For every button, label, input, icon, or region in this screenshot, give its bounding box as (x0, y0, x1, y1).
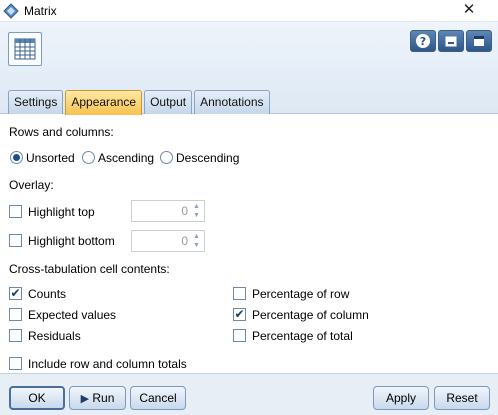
window-title: Matrix (24, 4, 57, 18)
cell-contents-heading: Cross-tabulation cell contents: (9, 262, 170, 276)
include-totals-checkbox[interactable] (9, 357, 22, 370)
highlight-top-value: 0 (181, 204, 188, 218)
spinner-down-icon[interactable]: ▼ (190, 211, 203, 220)
close-icon[interactable]: ✕ (452, 0, 486, 20)
dialog-header: ? Settings Appearance Output Annotations (0, 22, 498, 115)
tab-settings[interactable]: Settings (8, 90, 64, 114)
counts-label: Counts (28, 287, 67, 301)
radio-descending-label: Descending (176, 151, 240, 165)
run-label: Run (92, 391, 115, 405)
overlay-heading: Overlay: (9, 178, 54, 192)
residuals-label: Residuals (28, 329, 81, 343)
expected-values-checkbox[interactable] (9, 308, 22, 321)
highlight-bottom-checkbox[interactable] (9, 234, 22, 247)
percentage-of-total-label: Percentage of total (252, 329, 353, 343)
percentage-of-column-label: Percentage of column (252, 308, 369, 322)
radio-ascending[interactable] (82, 151, 95, 164)
ok-button[interactable]: OK (9, 386, 65, 410)
apply-button[interactable]: Apply (373, 386, 429, 410)
minimize-icon[interactable] (438, 30, 464, 52)
highlight-top-spinner[interactable]: 0 ▲ ▼ (131, 200, 205, 222)
percentage-of-total-checkbox[interactable] (233, 329, 246, 342)
include-totals-label: Include row and column totals (28, 357, 187, 371)
dialog-footer: OK ▶ Run Cancel Apply Reset (0, 373, 498, 415)
cancel-button[interactable]: Cancel (130, 386, 186, 410)
window-controls: ? (410, 30, 492, 52)
highlight-bottom-value: 0 (181, 234, 188, 248)
radio-descending[interactable] (160, 151, 173, 164)
spinner-down-icon[interactable]: ▼ (190, 241, 203, 250)
svg-text:?: ? (420, 35, 426, 48)
radio-unsorted[interactable] (10, 151, 23, 164)
residuals-checkbox[interactable] (9, 329, 22, 342)
rows-columns-heading: Rows and columns: (9, 125, 114, 139)
tab-output[interactable]: Output (144, 90, 193, 114)
reset-button[interactable]: Reset (434, 386, 490, 410)
percentage-of-column-checkbox[interactable]: ✔ (233, 308, 246, 321)
expected-values-label: Expected values (28, 308, 117, 322)
spinner-up-icon[interactable]: ▲ (190, 232, 203, 241)
tab-appearance[interactable]: Appearance (65, 90, 143, 115)
run-button[interactable]: ▶ Run (69, 386, 126, 410)
percentage-of-row-label: Percentage of row (252, 287, 350, 301)
matrix-node-icon (8, 32, 42, 66)
spinner-arrows[interactable]: ▲ ▼ (190, 202, 203, 220)
spinner-arrows[interactable]: ▲ ▼ (190, 232, 203, 250)
highlight-bottom-spinner[interactable]: 0 ▲ ▼ (131, 230, 205, 252)
highlight-bottom-label: Highlight bottom (28, 234, 115, 248)
highlight-top-checkbox[interactable] (9, 205, 22, 218)
app-diamond-icon (3, 3, 19, 19)
spinner-up-icon[interactable]: ▲ (190, 202, 203, 211)
tab-strip: Settings Appearance Output Annotations (8, 90, 270, 115)
tab-annotations[interactable]: Annotations (194, 90, 270, 114)
radio-unsorted-label: Unsorted (26, 151, 75, 165)
run-play-icon: ▶ (80, 393, 90, 405)
help-icon[interactable]: ? (410, 30, 436, 52)
counts-checkbox[interactable]: ✔ (9, 287, 22, 300)
percentage-of-row-checkbox[interactable] (233, 287, 246, 300)
maximize-icon[interactable] (466, 30, 492, 52)
radio-ascending-label: Ascending (98, 151, 155, 165)
highlight-top-label: Highlight top (28, 205, 95, 219)
appearance-panel: Rows and columns: Unsorted Ascending Des… (0, 115, 498, 373)
title-bar: Matrix ✕ (0, 0, 498, 22)
